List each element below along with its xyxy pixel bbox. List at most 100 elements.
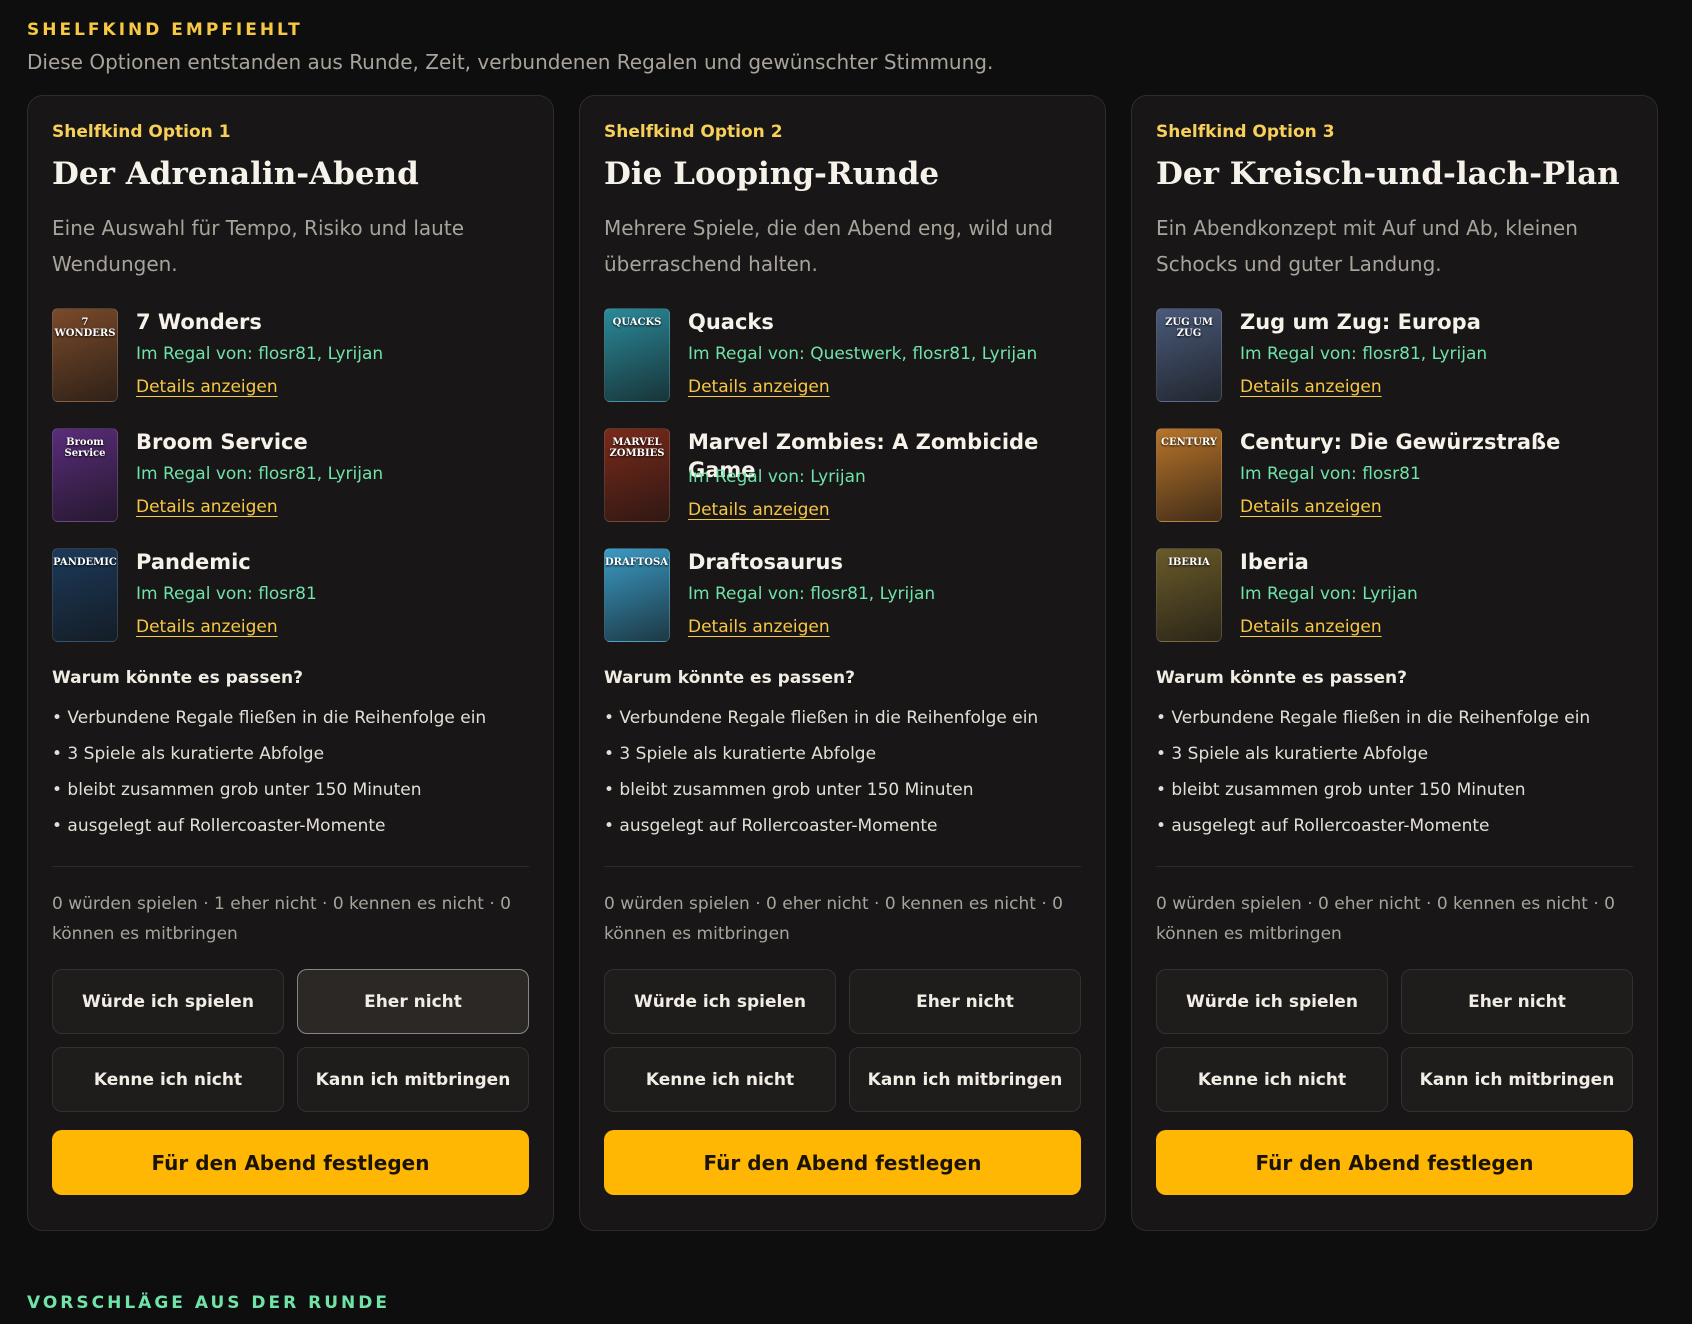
- game-cover-title: DRAFTOSAURUS: [605, 557, 669, 568]
- details-link[interactable]: Details anzeigen: [688, 372, 830, 402]
- game-shelf-owners: Im Regal von: flosr81: [136, 584, 317, 604]
- reason-item: • ausgelegt auf Rollercoaster-Momente: [604, 816, 938, 836]
- option-label: Shelfkind Option 2: [604, 122, 783, 142]
- game-list: 7 WONDERS 7 Wonders Im Regal von: flosr81,…: [52, 308, 529, 642]
- game-cover-image: PANDEMIC: [52, 548, 118, 642]
- vote-summary: 0 würden spielen · 1 eher nicht · 0 kenn…: [52, 894, 511, 944]
- can-bring-button[interactable]: Kann ich mitbringen: [1401, 1047, 1633, 1112]
- divider: [1156, 866, 1633, 867]
- vote-summary: 0 würden spielen · 0 eher nicht · 0 kenn…: [604, 894, 1063, 944]
- reason-item: • 3 Spiele als kuratierte Abfolge: [1156, 744, 1429, 764]
- option-description: Eine Auswahl für Tempo, Risiko und laute…: [52, 216, 464, 276]
- dont-know-button[interactable]: Kenne ich nicht: [1156, 1047, 1388, 1112]
- section-eyebrow: SHELFKIND EMPFIEHLT: [27, 20, 303, 40]
- game-name: Draftosaurus: [688, 550, 843, 574]
- game-item: IBERIA Iberia Im Regal von: Lyrijan Details…: [1156, 548, 1633, 642]
- option-title: Die Looping-Runde: [604, 156, 940, 192]
- game-name: Pandemic: [136, 550, 251, 574]
- game-info: Century: Die Gewürzstraße Im Regal von: f…: [1240, 428, 1560, 522]
- game-shelf-owners: Im Regal von: Lyrijan: [688, 467, 866, 487]
- dont-know-button[interactable]: Kenne ich nicht: [52, 1047, 284, 1112]
- option-description: Mehrere Spiele, die den Abend eng, wild …: [604, 216, 1053, 276]
- game-cover-title: QUACKS: [612, 317, 662, 328]
- game-cover-title: IBERIA: [1168, 557, 1210, 568]
- game-item: QUACKS Quacks Im Regal von: Questwerk, flo…: [604, 308, 1081, 402]
- set-for-evening-button[interactable]: Für den Abend festlegen: [1156, 1130, 1633, 1195]
- game-info: Iberia Im Regal von: Lyrijan Details anzei…: [1240, 548, 1418, 642]
- vote-buttons: Würde ich spielen Eher nicht Kenne ich n…: [52, 969, 529, 1112]
- option-card: Shelfkind Option 3 Der Kreisch-und-lach-…: [1131, 95, 1658, 1231]
- option-label: Shelfkind Option 3: [1156, 122, 1335, 142]
- game-item: 7 WONDERS 7 Wonders Im Regal von: flosr81,…: [52, 308, 529, 402]
- option-card: Shelfkind Option 2 Die Looping-Runde Meh…: [579, 95, 1106, 1231]
- reason-list: • Verbundene Regale fließen in die Reihe…: [604, 700, 1081, 844]
- game-item: PANDEMIC Pandemic Im Regal von: flosr81 Det…: [52, 548, 529, 642]
- game-cover-image: QUACKS: [604, 308, 670, 402]
- game-cover-image: MARVEL ZOMBIES: [604, 428, 670, 522]
- details-link[interactable]: Details anzeigen: [688, 612, 830, 642]
- details-link[interactable]: Details anzeigen: [1240, 612, 1382, 642]
- game-name: Quacks: [688, 310, 774, 334]
- game-shelf-owners: Im Regal von: flosr81, Lyrijan: [136, 464, 384, 484]
- section-intro: Diese Optionen entstanden aus Runde, Zei…: [27, 50, 994, 74]
- would-play-button[interactable]: Würde ich spielen: [1156, 969, 1388, 1034]
- game-info: 7 Wonders Im Regal von: flosr81, Lyrijan D…: [136, 308, 383, 402]
- game-name: 7 Wonders: [136, 310, 262, 334]
- reason-item: • ausgelegt auf Rollercoaster-Momente: [1156, 816, 1490, 836]
- option-label: Shelfkind Option 1: [52, 122, 231, 142]
- game-list: QUACKS Quacks Im Regal von: Questwerk, flo…: [604, 308, 1081, 642]
- details-link[interactable]: Details anzeigen: [1240, 372, 1382, 402]
- set-for-evening-button[interactable]: Für den Abend festlegen: [604, 1130, 1081, 1195]
- would-play-button[interactable]: Würde ich spielen: [604, 969, 836, 1034]
- game-item: CENTURY Century: Die Gewürzstraße Im Regal…: [1156, 428, 1633, 522]
- dont-know-button[interactable]: Kenne ich nicht: [604, 1047, 836, 1112]
- option-card: Shelfkind Option 1 Der Adrenalin-Abend E…: [27, 95, 554, 1231]
- reason-item: • Verbundene Regale fließen in die Reihe…: [1156, 708, 1591, 728]
- option-description: Ein Abendkonzept mit Auf und Ab, kleinen…: [1156, 216, 1578, 276]
- option-title: Der Adrenalin-Abend: [52, 156, 419, 192]
- game-name: Zug um Zug: Europa: [1240, 310, 1481, 334]
- details-link[interactable]: Details anzeigen: [136, 492, 278, 522]
- vote-summary: 0 würden spielen · 0 eher nicht · 0 kenn…: [1156, 894, 1615, 944]
- why-title: Warum könnte es passen?: [1156, 668, 1407, 688]
- game-cover-title: CENTURY: [1160, 437, 1218, 448]
- reason-list: • Verbundene Regale fließen in die Reihe…: [1156, 700, 1633, 844]
- details-link[interactable]: Details anzeigen: [136, 372, 278, 402]
- can-bring-button[interactable]: Kann ich mitbringen: [849, 1047, 1081, 1112]
- rather-not-button[interactable]: Eher nicht: [849, 969, 1081, 1034]
- game-name: Iberia: [1240, 550, 1309, 574]
- game-cover-title: ZUG UM ZUG: [1165, 317, 1213, 339]
- details-link[interactable]: Details anzeigen: [1240, 492, 1382, 522]
- game-cover-image: Broom Service: [52, 428, 118, 522]
- reason-list: • Verbundene Regale fließen in die Reihe…: [52, 700, 529, 844]
- game-cover-image: CENTURY: [1156, 428, 1222, 522]
- would-play-button[interactable]: Würde ich spielen: [52, 969, 284, 1034]
- game-item: DRAFTOSAURUS Draftosaurus Im Regal von: fl…: [604, 548, 1081, 642]
- game-info: Quacks Im Regal von: Questwerk, flosr81, …: [688, 308, 1037, 402]
- reason-item: • Verbundene Regale fließen in die Reihe…: [52, 708, 487, 728]
- game-item: ZUG UM ZUG Zug um Zug: Europa Im Regal von…: [1156, 308, 1633, 402]
- game-cover-title: Broom Service: [64, 437, 106, 459]
- reason-item: • Verbundene Regale fließen in die Reihe…: [604, 708, 1039, 728]
- reason-item: • bleibt zusammen grob unter 150 Minuten: [1156, 780, 1526, 800]
- rather-not-button[interactable]: Eher nicht: [1401, 969, 1633, 1034]
- option-title: Der Kreisch-und-lach-Plan: [1156, 156, 1620, 192]
- can-bring-button[interactable]: Kann ich mitbringen: [297, 1047, 529, 1112]
- rather-not-button[interactable]: Eher nicht: [297, 969, 529, 1034]
- game-shelf-owners: Im Regal von: flosr81, Lyrijan: [136, 344, 384, 364]
- game-info: Broom Service Im Regal von: flosr81, Lyri…: [136, 428, 383, 522]
- game-cover-title: MARVEL ZOMBIES: [609, 437, 665, 459]
- details-link[interactable]: Details anzeigen: [688, 495, 830, 525]
- game-list: ZUG UM ZUG Zug um Zug: Europa Im Regal von…: [1156, 308, 1633, 642]
- details-link[interactable]: Details anzeigen: [136, 612, 278, 642]
- reason-item: • bleibt zusammen grob unter 150 Minuten: [52, 780, 422, 800]
- game-cover-title: 7 WONDERS: [54, 317, 116, 339]
- game-info: Zug um Zug: Europa Im Regal von: flosr81,…: [1240, 308, 1487, 402]
- divider: [604, 866, 1081, 867]
- game-name: Broom Service: [136, 430, 308, 454]
- game-shelf-owners: Im Regal von: flosr81: [1240, 464, 1421, 484]
- game-name: Century: Die Gewürzstraße: [1240, 430, 1561, 454]
- set-for-evening-button[interactable]: Für den Abend festlegen: [52, 1130, 529, 1195]
- reason-item: • bleibt zusammen grob unter 150 Minuten: [604, 780, 974, 800]
- game-shelf-owners: Im Regal von: Questwerk, flosr81, Lyrija…: [688, 344, 1038, 364]
